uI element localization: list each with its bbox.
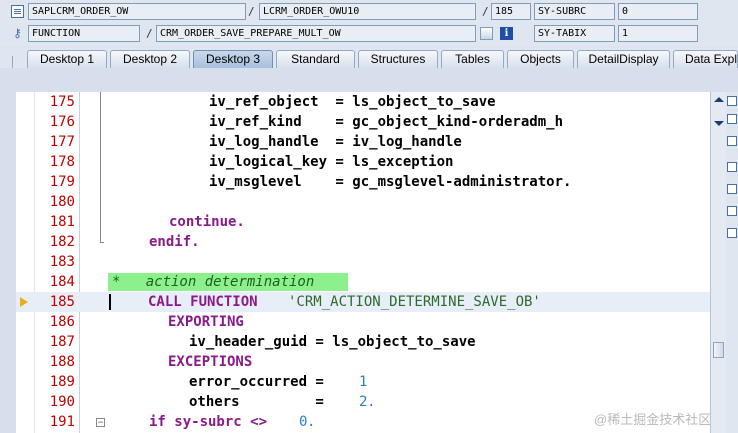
tab-tables[interactable]: Tables (441, 50, 504, 68)
code-line: 181 continue. (16, 212, 710, 232)
code-line: 179 iv_msglevel = gc_msglevel-administra… (16, 172, 710, 192)
line-number: 181 (49, 214, 75, 230)
code-text: iv_ref_object = ls_object_to_save (209, 94, 496, 110)
debugger-header: SAPLCRM_ORDER_OW / LCRM_ORDER_OWU10 / 18… (0, 0, 738, 46)
separator: / (146, 27, 153, 40)
code-line: 182 endif. (16, 232, 710, 252)
variable-value-field[interactable]: 0 (618, 3, 698, 20)
text-cursor (109, 294, 111, 310)
tool-icon[interactable] (727, 114, 737, 124)
fold-toggle[interactable]: − (96, 418, 105, 427)
code-punct: . (307, 414, 316, 430)
code-number: 1 (359, 374, 368, 390)
code-text: if sy-subrc <> (149, 414, 276, 430)
function-icon[interactable]: ⚷ (11, 27, 24, 40)
code-line: 176 iv_ref_kind = gc_object_kind-orderad… (16, 112, 710, 132)
line-number: 183 (49, 254, 75, 270)
separator: / (482, 5, 489, 18)
watermark: @稀土掘金技术社区 (594, 412, 712, 427)
variable-name-field[interactable]: SY-SUBRC (534, 3, 615, 20)
code-keyword: continue. (169, 214, 245, 230)
line-number: 175 (49, 94, 75, 110)
tab-data-explorer[interactable]: Data Explo (673, 50, 738, 68)
code-keyword: EXCEPTIONS (168, 354, 253, 370)
code-text: iv_logical_key = ls_exception (209, 154, 454, 170)
code-line: 188 EXCEPTIONS (16, 352, 710, 372)
program-list-icon[interactable] (11, 5, 24, 18)
code-text: iv_ref_kind = gc_object_kind-orderadm_h (209, 114, 564, 130)
tab-desktop-1[interactable]: Desktop 1 (27, 50, 107, 68)
code-line: 187 iv_header_guid = ls_object_to_save (16, 332, 710, 352)
program-field[interactable]: SAPLCRM_ORDER_OW (28, 3, 246, 20)
execution-arrow-icon (19, 297, 30, 307)
editor-scrollbar[interactable] (710, 92, 726, 433)
scroll-thumb[interactable] (713, 342, 724, 358)
line-number: 180 (49, 194, 75, 210)
code-line: 183 (16, 252, 710, 272)
line-number: 186 (49, 314, 75, 330)
tool-icon[interactable] (727, 228, 737, 238)
line-number: 191 (49, 414, 75, 430)
scroll-up-icon[interactable] (713, 94, 724, 105)
line-number: 190 (49, 394, 75, 410)
tab-objects[interactable]: Objects (507, 50, 574, 68)
tool-icon[interactable] (727, 136, 737, 146)
line-number-field[interactable]: 185 (491, 3, 531, 20)
code-line: 180 (16, 192, 710, 212)
tool-icon[interactable] (727, 184, 737, 194)
line-number: 189 (49, 374, 75, 390)
source-editor[interactable]: 175 iv_ref_object = ls_object_to_save 17… (16, 92, 710, 433)
desktop-tabstrip: Desktop 1 Desktop 2 Desktop 3 Standard S… (0, 48, 738, 68)
info-icon[interactable]: i (500, 27, 513, 40)
code-text: iv_header_guid = ls_object_to_save (189, 334, 476, 350)
tab-detail-display[interactable]: DetailDisplay (577, 50, 670, 68)
tab-structures[interactable]: Structures (358, 50, 438, 68)
variable-value-field-2[interactable]: 1 (618, 25, 698, 42)
code-punct: . (367, 394, 376, 410)
code-keyword: EXPORTING (168, 314, 244, 330)
line-number: 185 (49, 294, 75, 310)
code-text: error_occurred = (189, 374, 333, 390)
tool-icon[interactable] (727, 162, 737, 172)
line-number: 177 (49, 134, 75, 150)
line-number: 176 (49, 114, 75, 130)
tab-desktop-3[interactable]: Desktop 3 (193, 50, 273, 68)
code-text: others = (189, 394, 333, 410)
event-type-field[interactable]: FUNCTION (28, 25, 140, 42)
code-line: 175 iv_ref_object = ls_object_to_save (16, 92, 710, 112)
include-field[interactable]: LCRM_ORDER_OWU10 (259, 3, 476, 20)
fold-guide (100, 92, 101, 242)
line-number: 179 (49, 174, 75, 190)
tab-standard[interactable]: Standard (276, 50, 355, 68)
line-number: 182 (49, 234, 75, 250)
event-name-field[interactable]: CRM_ORDER_SAVE_PREPARE_MULT_OW (156, 25, 476, 42)
code-text: iv_log_handle = iv_log_handle (209, 134, 462, 150)
code-line: 178 iv_logical_key = ls_exception (16, 152, 710, 172)
scroll-down-icon[interactable] (713, 118, 724, 129)
separator: / (248, 5, 255, 18)
line-number: 184 (49, 274, 75, 290)
tab-desktop-2[interactable]: Desktop 2 (110, 50, 190, 68)
code-text: iv_msglevel = gc_msglevel-administrator. (209, 174, 572, 190)
code-line: 184 * action determination (16, 272, 710, 292)
display-source-icon[interactable] (480, 27, 493, 40)
code-comment: * action determination (112, 274, 315, 290)
line-number: 187 (49, 334, 75, 350)
code-line: 189 error_occurred = 1 (16, 372, 710, 392)
tab-edge (12, 56, 13, 68)
variable-name-field-2[interactable]: SY-TABIX (534, 25, 615, 42)
code-line: 186 EXPORTING (16, 312, 710, 332)
code-string: 'CRM_ACTION_DETERMINE_SAVE_OB' (288, 294, 541, 310)
code-keyword: CALL FUNCTION (148, 294, 258, 310)
tool-icon[interactable] (727, 206, 737, 216)
code-keyword: endif. (149, 234, 200, 250)
editor-side-toolbar (726, 92, 738, 433)
tool-icon[interactable] (727, 96, 737, 106)
current-line: 185 CALL FUNCTION 'CRM_ACTION_DETERMINE_… (16, 292, 710, 312)
line-number: 178 (49, 154, 75, 170)
line-number: 188 (49, 354, 75, 370)
code-line: 177 iv_log_handle = iv_log_handle (16, 132, 710, 152)
fold-end (100, 242, 104, 243)
